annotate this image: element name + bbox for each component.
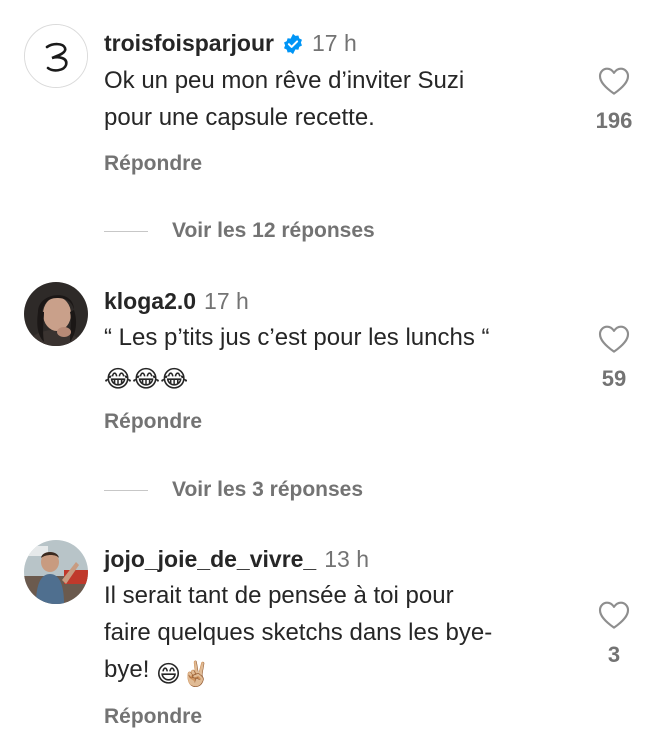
comment-text-fragment: bye!	[104, 656, 150, 683]
like-count: 59	[601, 366, 627, 391]
view-replies-label: Voir les 3 réponses	[172, 478, 364, 501]
script-z-logo-icon	[25, 25, 87, 87]
comment-header: kloga2.0 17 h	[104, 286, 249, 316]
comment-text: Il serait tant de pensée à toi pour fair…	[104, 577, 584, 693]
like-control: 196	[592, 66, 636, 134]
grinning-victory-emoji-icon: 😄✌🏼	[156, 661, 211, 688]
timestamp[interactable]: 17 h	[312, 28, 357, 58]
divider-line	[104, 489, 148, 491]
comment-text-line: faire quelques sketchs dans les bye-	[104, 619, 493, 646]
username-link[interactable]: troisfoisparjour	[104, 28, 274, 58]
comment-header: troisfoisparjour 17 h	[104, 28, 357, 58]
avatar[interactable]	[24, 24, 88, 88]
comment-text-line: pour une capsule recette.	[104, 104, 375, 131]
like-count: 3	[607, 642, 621, 667]
username-link[interactable]: jojo_joie_de_vivre_	[104, 544, 316, 574]
timestamp[interactable]: 13 h	[324, 544, 369, 574]
comment-text-line: Il serait tant de pensée à toi pour	[104, 582, 454, 609]
comment-text-line: Ok un peu mon rêve d’inviter Suzi	[104, 67, 465, 94]
reply-button[interactable]: Répondre	[104, 152, 202, 176]
comment-header: jojo_joie_de_vivre_ 13 h	[104, 544, 369, 574]
avatar[interactable]	[24, 540, 88, 604]
avatar[interactable]	[24, 282, 88, 346]
view-replies-button[interactable]: Voir les 12 réponses	[104, 219, 375, 243]
divider-line	[104, 230, 148, 232]
reply-button[interactable]: Répondre	[104, 410, 202, 434]
heart-icon[interactable]	[598, 324, 630, 354]
comment-text: “ Les p’tits jus c’est pour les lunchs “…	[104, 319, 584, 398]
timestamp[interactable]: 17 h	[204, 286, 249, 316]
username-link[interactable]: kloga2.0	[104, 286, 196, 316]
comment-text: Ok un peu mon rêve d’inviter Suzi pour u…	[104, 62, 584, 136]
like-count: 196	[595, 108, 633, 133]
heart-icon[interactable]	[598, 600, 630, 630]
verified-badge-icon	[282, 32, 304, 55]
profile-photo-icon	[24, 282, 88, 346]
view-replies-button[interactable]: Voir les 3 réponses	[104, 478, 363, 502]
comment-emojis: 😂😂😂	[104, 356, 584, 398]
laughing-tears-emoji-icon: 😂😂😂	[104, 366, 189, 393]
like-control: 59	[592, 324, 636, 392]
comment-text-line: “ Les p’tits jus c’est pour les lunchs “	[104, 324, 490, 351]
reply-button[interactable]: Répondre	[104, 705, 202, 729]
heart-icon[interactable]	[598, 66, 630, 96]
profile-photo-icon	[24, 540, 88, 604]
view-replies-label: Voir les 12 réponses	[172, 219, 375, 242]
comment-text-line-with-emoji: bye! 😄✌🏼	[104, 651, 584, 693]
like-control: 3	[592, 600, 636, 668]
